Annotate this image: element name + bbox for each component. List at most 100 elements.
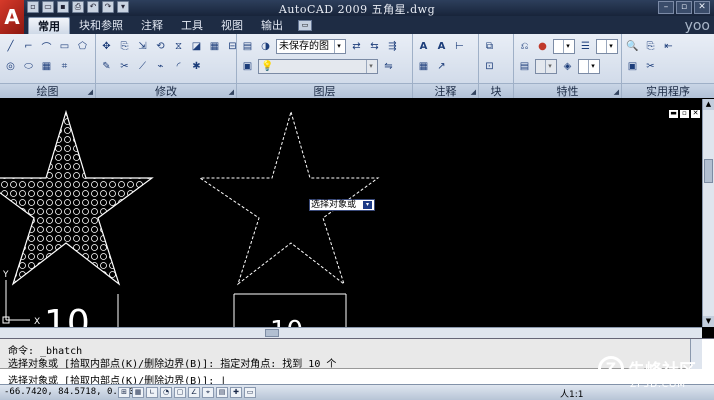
tab-view[interactable]: 视图 [212, 17, 252, 34]
quick-properties-icon[interactable]: ▭ [244, 387, 256, 398]
horizontal-scrollbar[interactable] [0, 327, 702, 338]
tooltip-options-icon[interactable]: ▾ [363, 201, 372, 209]
table-icon[interactable]: ▦ [416, 59, 431, 74]
panel-draw-expand-icon[interactable]: ◢ [88, 88, 93, 96]
panel-properties-label[interactable]: 特性 [514, 83, 621, 98]
horizontal-scroll-thumb[interactable] [265, 329, 279, 337]
layer-combo[interactable]: 💡 ▾ [258, 59, 378, 74]
ribbon-minimize-icon[interactable]: ▭ [298, 20, 312, 31]
autocad-logo-icon[interactable]: A [0, 0, 24, 34]
erase-icon[interactable]: ✎ [99, 59, 114, 74]
tab-blocks-references[interactable]: 块和参照 [70, 17, 132, 34]
object-snap-tracking-icon[interactable]: ∠ [188, 387, 200, 398]
layer-match-icon[interactable]: ⇄ [349, 39, 364, 54]
circle-icon[interactable]: ◎ [3, 59, 18, 74]
panel-draw-label[interactable]: 绘图 [0, 83, 95, 98]
plotstyle-combo[interactable]: ▾ [578, 59, 600, 74]
fillet-icon[interactable]: ◜ [171, 59, 186, 74]
minimize-button[interactable]: – [658, 1, 674, 14]
panel-utilities-label[interactable]: 实用程序 [622, 83, 714, 98]
panel-annotation-expand-icon[interactable]: ◢ [471, 88, 476, 96]
drawing-canvas[interactable]: X Y 10 10 [0, 99, 702, 327]
panel-modify-expand-icon[interactable]: ◢ [229, 88, 234, 96]
list-icon[interactable]: ▤ [517, 59, 532, 74]
panel-properties-expand-icon[interactable]: ◢ [614, 88, 619, 96]
stretch-icon[interactable]: ⇲ [135, 39, 150, 54]
measure-icon[interactable]: ⇤ [661, 39, 676, 54]
lineweight-combo[interactable]: ▾ [596, 39, 618, 54]
single-line-text-icon[interactable]: A [434, 39, 449, 54]
ellipse-icon[interactable]: ⬭ [21, 59, 36, 74]
rectangle-icon[interactable]: ▭ [57, 39, 72, 54]
color-wheel-icon[interactable]: ● [535, 39, 550, 54]
object-snap-icon[interactable]: ▢ [174, 387, 186, 398]
layer-state-combo[interactable]: 未保存的图 ▾ [276, 39, 346, 54]
layer-walk-icon[interactable]: ⇋ [381, 59, 396, 74]
mirror-icon[interactable]: ⧖ [171, 39, 186, 54]
vertical-scroll-thumb[interactable] [704, 159, 713, 183]
restore-button[interactable]: ▫ [676, 1, 692, 14]
scroll-up-icon[interactable]: ▲ [703, 99, 714, 110]
leader-icon[interactable]: ↗ [434, 59, 449, 74]
zoom-icon[interactable]: 🔍 [625, 39, 640, 54]
rotate-icon[interactable]: ⟲ [153, 39, 168, 54]
close-button[interactable]: ✕ [694, 1, 710, 14]
tab-home[interactable]: 常用 [28, 17, 70, 34]
multiline-text-icon[interactable]: A [416, 39, 431, 54]
lineweight-icon[interactable]: ☰ [578, 39, 593, 54]
insert-block-icon[interactable]: ⧉ [482, 39, 497, 54]
layer-isolate-icon[interactable]: ⇶ [385, 39, 400, 54]
ucs-y-label: Y [2, 270, 9, 280]
layer-previous-icon[interactable]: ⇆ [367, 39, 382, 54]
layer-make-current-icon[interactable]: ▣ [240, 59, 255, 74]
vertical-scrollbar[interactable]: ▲ ▼ [702, 99, 714, 327]
hatched-star[interactable] [0, 109, 154, 286]
copy-icon[interactable]: ⎘ [117, 39, 132, 54]
trim-icon[interactable]: ✂ [117, 59, 132, 74]
paste-icon[interactable]: ▣ [625, 59, 640, 74]
lineweight-toggle-icon[interactable]: ✚ [230, 387, 242, 398]
viewport-minimize-icon[interactable]: ▬ [669, 110, 678, 118]
annotation-scale[interactable]: 人1:1 [560, 387, 584, 400]
copy-clip-icon[interactable]: ⎘ [643, 39, 658, 54]
viewport-close-icon[interactable]: ✕ [691, 110, 700, 118]
grid-mode-icon[interactable]: ▦ [132, 387, 144, 398]
dynamic-input-icon[interactable]: ▤ [216, 387, 228, 398]
tab-annotate[interactable]: 注释 [132, 17, 172, 34]
ortho-mode-icon[interactable]: ∟ [146, 387, 158, 398]
polar-tracking-icon[interactable]: ◔ [160, 387, 172, 398]
explode-icon[interactable]: ✱ [189, 59, 204, 74]
scale-icon[interactable]: ◪ [189, 39, 204, 54]
array-icon[interactable]: ▦ [207, 39, 222, 54]
extend-icon[interactable]: ⟋ [135, 59, 150, 74]
linetype-combo[interactable]: ▾ [535, 59, 557, 74]
region-icon[interactable]: ⌗ [57, 59, 72, 74]
panel-block-label[interactable]: 块 [479, 83, 513, 98]
viewport-restore-icon[interactable]: ▫ [680, 110, 689, 118]
selected-star[interactable] [198, 110, 380, 286]
dynamic-ucs-icon[interactable]: ⌖ [202, 387, 214, 398]
panel-modify-label[interactable]: 修改 [96, 83, 236, 98]
hatch-icon[interactable]: ▦ [39, 59, 54, 74]
plot-style-icon[interactable]: ◈ [560, 59, 575, 74]
scroll-down-icon[interactable]: ▼ [703, 316, 714, 327]
move-icon[interactable]: ✥ [99, 39, 114, 54]
polyline-icon[interactable]: ⌐ [21, 39, 36, 54]
panel-layers-label[interactable]: 图层 [237, 83, 412, 98]
cut-icon[interactable]: ✂ [643, 59, 658, 74]
break-icon[interactable]: ⌁ [153, 59, 168, 74]
line-icon[interactable]: ╱ [3, 39, 18, 54]
layer-properties-icon[interactable]: ▤ [240, 39, 255, 54]
panel-annotation-label[interactable]: 注释 [413, 83, 478, 98]
match-properties-icon[interactable]: ⎌ [517, 39, 532, 54]
polygon-icon[interactable]: ⬠ [75, 39, 90, 54]
arc-icon[interactable]: ⌒ [39, 39, 54, 54]
linear-dimension-icon[interactable]: ⊢ [452, 39, 467, 54]
tab-output[interactable]: 输出 [252, 17, 292, 34]
layer-state-icon[interactable]: ◑ [258, 39, 273, 54]
create-block-icon[interactable]: ⊡ [482, 59, 497, 74]
tab-tools[interactable]: 工具 [172, 17, 212, 34]
snap-mode-icon[interactable]: ⊞ [118, 387, 130, 398]
panel-draw: ╱ ⌐ ⌒ ▭ ⬠ ◎ ⬭ ▦ ⌗ 绘图 ◢ [0, 34, 96, 98]
color-combo[interactable]: ▾ [553, 39, 575, 54]
